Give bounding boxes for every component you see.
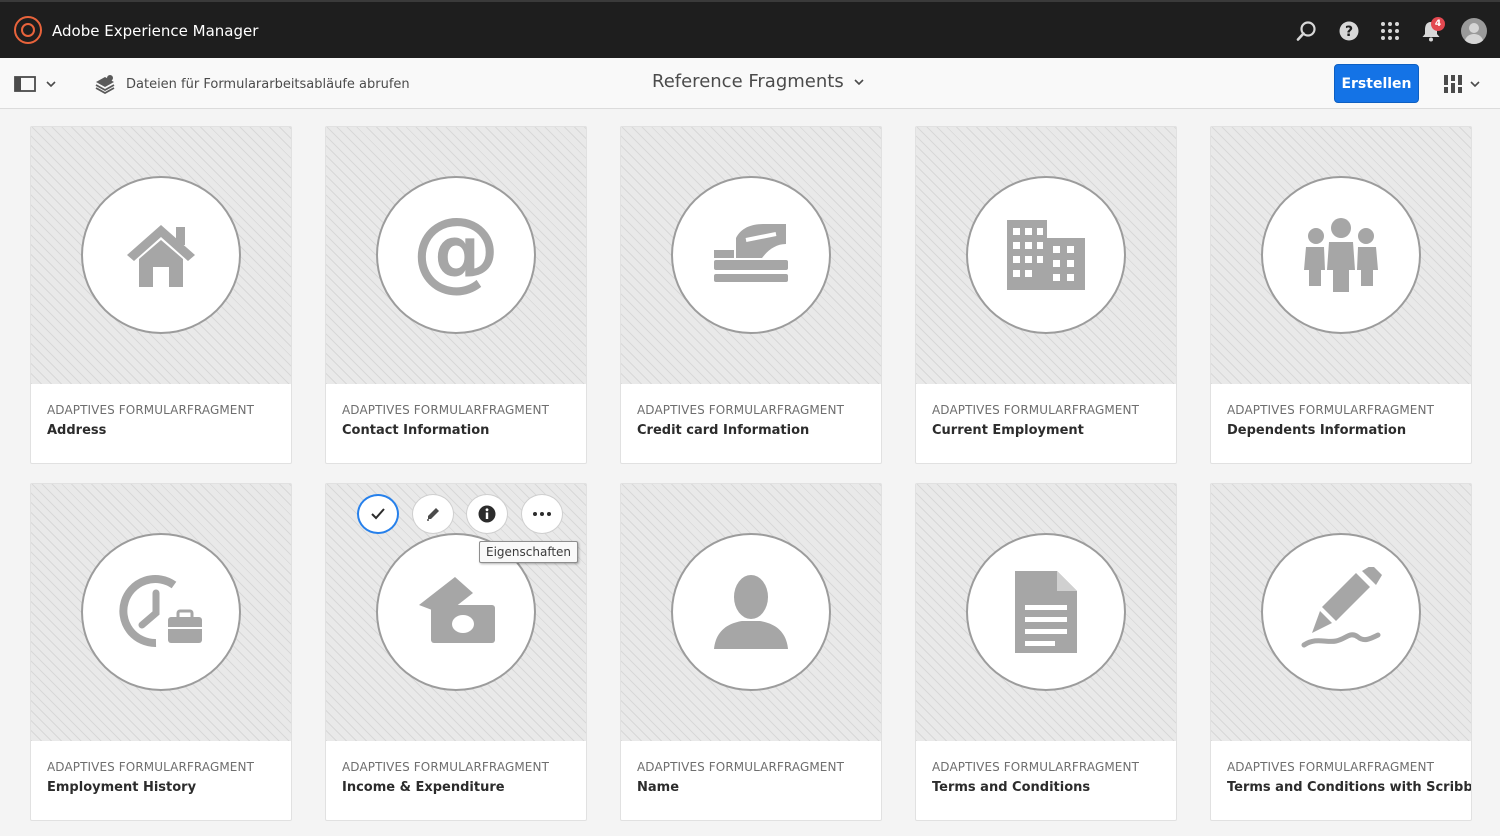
card-title[interactable]: Dependents Information — [1227, 423, 1406, 438]
card-type: ADAPTIVES FORMULARFRAGMENT — [637, 403, 844, 417]
card-type: ADAPTIVES FORMULARFRAGMENT — [1227, 403, 1434, 417]
fragment-card-employment-history[interactable]: ADAPTIVES FORMULARFRAGMENT Employment Hi… — [30, 483, 292, 821]
card-type: ADAPTIVES FORMULARFRAGMENT — [637, 760, 844, 774]
app-title[interactable]: Adobe Experience Manager — [52, 22, 258, 40]
more-actions-button[interactable] — [521, 494, 563, 534]
tooltip: Eigenschaften — [479, 541, 579, 563]
create-button[interactable]: Erstellen — [1334, 64, 1419, 103]
chevron-down-icon — [1470, 81, 1480, 87]
view-switcher[interactable] — [1444, 74, 1488, 94]
card-view-icon — [1444, 75, 1462, 93]
sidebar-icon — [14, 76, 36, 92]
card-title[interactable]: Income & Expenditure — [342, 780, 505, 795]
help-icon[interactable]: ? — [1337, 19, 1361, 43]
card-thumbnail: @ — [326, 127, 586, 384]
card-icon-circle — [1261, 533, 1421, 691]
home-icon — [127, 225, 195, 287]
credit-card-hand-icon — [714, 224, 788, 282]
card-title[interactable]: Credit card Information — [637, 423, 809, 438]
card-type: ADAPTIVES FORMULARFRAGMENT — [342, 403, 549, 417]
signature-pen-icon — [1301, 567, 1382, 648]
card-type: ADAPTIVES FORMULARFRAGMENT — [932, 403, 1139, 417]
select-button[interactable] — [357, 494, 399, 534]
clock-briefcase-icon — [119, 575, 202, 648]
card-title[interactable]: Name — [637, 780, 679, 795]
user-icon — [714, 575, 788, 649]
fragment-card-income-expenditure[interactable]: ADAPTIVES FORMULARFRAGMENT Income & Expe… — [325, 483, 587, 821]
card-type: ADAPTIVES FORMULARFRAGMENT — [47, 760, 254, 774]
fragment-card-contact-information[interactable]: @ ADAPTIVES FORMULARFRAGMENT Contact Inf… — [325, 126, 587, 464]
document-icon — [1015, 571, 1077, 653]
avatar[interactable] — [1461, 18, 1487, 44]
rail-toggle-button[interactable] — [14, 76, 56, 92]
card-icon-circle — [966, 176, 1126, 334]
workflow-files-label: Dateien für Formulararbeitsabläufe abruf… — [126, 76, 410, 92]
action-bar: Dateien für Formulararbeitsabläufe abruf… — [0, 58, 1500, 109]
money-icon — [419, 577, 495, 643]
card-thumbnail — [31, 127, 291, 384]
chevron-down-icon — [46, 81, 56, 87]
card-title[interactable]: Employment History — [47, 780, 196, 795]
card-thumbnail — [916, 484, 1176, 741]
notification-badge: 4 — [1431, 17, 1445, 31]
checkmark-icon — [371, 508, 385, 520]
global-header: Adobe Experience Manager ? 4 — [0, 0, 1500, 58]
card-thumbnail — [621, 484, 881, 741]
fragment-card-terms-and-conditions[interactable]: ADAPTIVES FORMULARFRAGMENT Terms and Con… — [915, 483, 1177, 821]
card-thumbnail — [31, 484, 291, 741]
card-title[interactable]: Address — [47, 423, 106, 438]
card-title[interactable]: Contact Information — [342, 423, 489, 438]
card-type: ADAPTIVES FORMULARFRAGMENT — [47, 403, 254, 417]
card-icon-circle — [671, 533, 831, 691]
card-icon-circle — [81, 533, 241, 691]
card-type: ADAPTIVES FORMULARFRAGMENT — [932, 760, 1139, 774]
card-thumbnail — [1211, 127, 1471, 384]
aem-logo-icon[interactable] — [14, 16, 42, 44]
group-icon — [1304, 218, 1378, 292]
svg-text:?: ? — [1345, 24, 1353, 40]
fragment-card-current-employment[interactable]: ADAPTIVES FORMULARFRAGMENT Current Emplo… — [915, 126, 1177, 464]
page-title: Reference Fragments — [652, 71, 844, 92]
fragment-card-credit-card-information[interactable]: ADAPTIVES FORMULARFRAGMENT Credit card I… — [620, 126, 882, 464]
svg-text:@: @ — [412, 210, 500, 300]
search-icon[interactable] — [1295, 19, 1319, 43]
card-title[interactable]: Current Employment — [932, 423, 1084, 438]
card-icon-circle: @ — [376, 176, 536, 334]
card-thumbnail — [916, 127, 1176, 384]
card-icon-circle — [1261, 176, 1421, 334]
chevron-down-icon — [854, 78, 864, 85]
fragment-card-address[interactable]: ADAPTIVES FORMULARFRAGMENT Address — [30, 126, 292, 464]
properties-button[interactable] — [466, 494, 508, 534]
card-icon-circle — [671, 176, 831, 334]
card-title[interactable]: Terms and Conditions — [932, 780, 1090, 795]
card-icon-circle — [966, 533, 1126, 691]
card-thumbnail — [1211, 484, 1471, 741]
at-sign-icon: @ — [412, 210, 500, 300]
more-icon — [533, 512, 551, 516]
card-title[interactable]: Terms and Conditions with Scribble — [1227, 780, 1471, 795]
workflow-files-button[interactable]: Dateien für Formulararbeitsabläufe abruf… — [94, 73, 410, 95]
card-thumbnail — [621, 127, 881, 384]
info-icon — [478, 505, 496, 523]
fragment-card-terms-and-conditions-with-scribble[interactable]: ADAPTIVES FORMULARFRAGMENT Terms and Con… — [1210, 483, 1472, 821]
fragment-card-dependents-information[interactable]: ADAPTIVES FORMULARFRAGMENT Dependents In… — [1210, 126, 1472, 464]
card-type: ADAPTIVES FORMULARFRAGMENT — [342, 760, 549, 774]
card-icon-circle — [81, 176, 241, 334]
workflow-files-icon — [95, 75, 115, 94]
card-type: ADAPTIVES FORMULARFRAGMENT — [1227, 760, 1434, 774]
pencil-icon — [427, 508, 439, 521]
folder-title-dropdown[interactable]: Reference Fragments — [652, 71, 864, 92]
edit-button[interactable] — [412, 494, 454, 534]
apps-grid-icon[interactable] — [1378, 19, 1402, 43]
building-icon — [1007, 220, 1085, 290]
fragment-card-name[interactable]: ADAPTIVES FORMULARFRAGMENT Name — [620, 483, 882, 821]
